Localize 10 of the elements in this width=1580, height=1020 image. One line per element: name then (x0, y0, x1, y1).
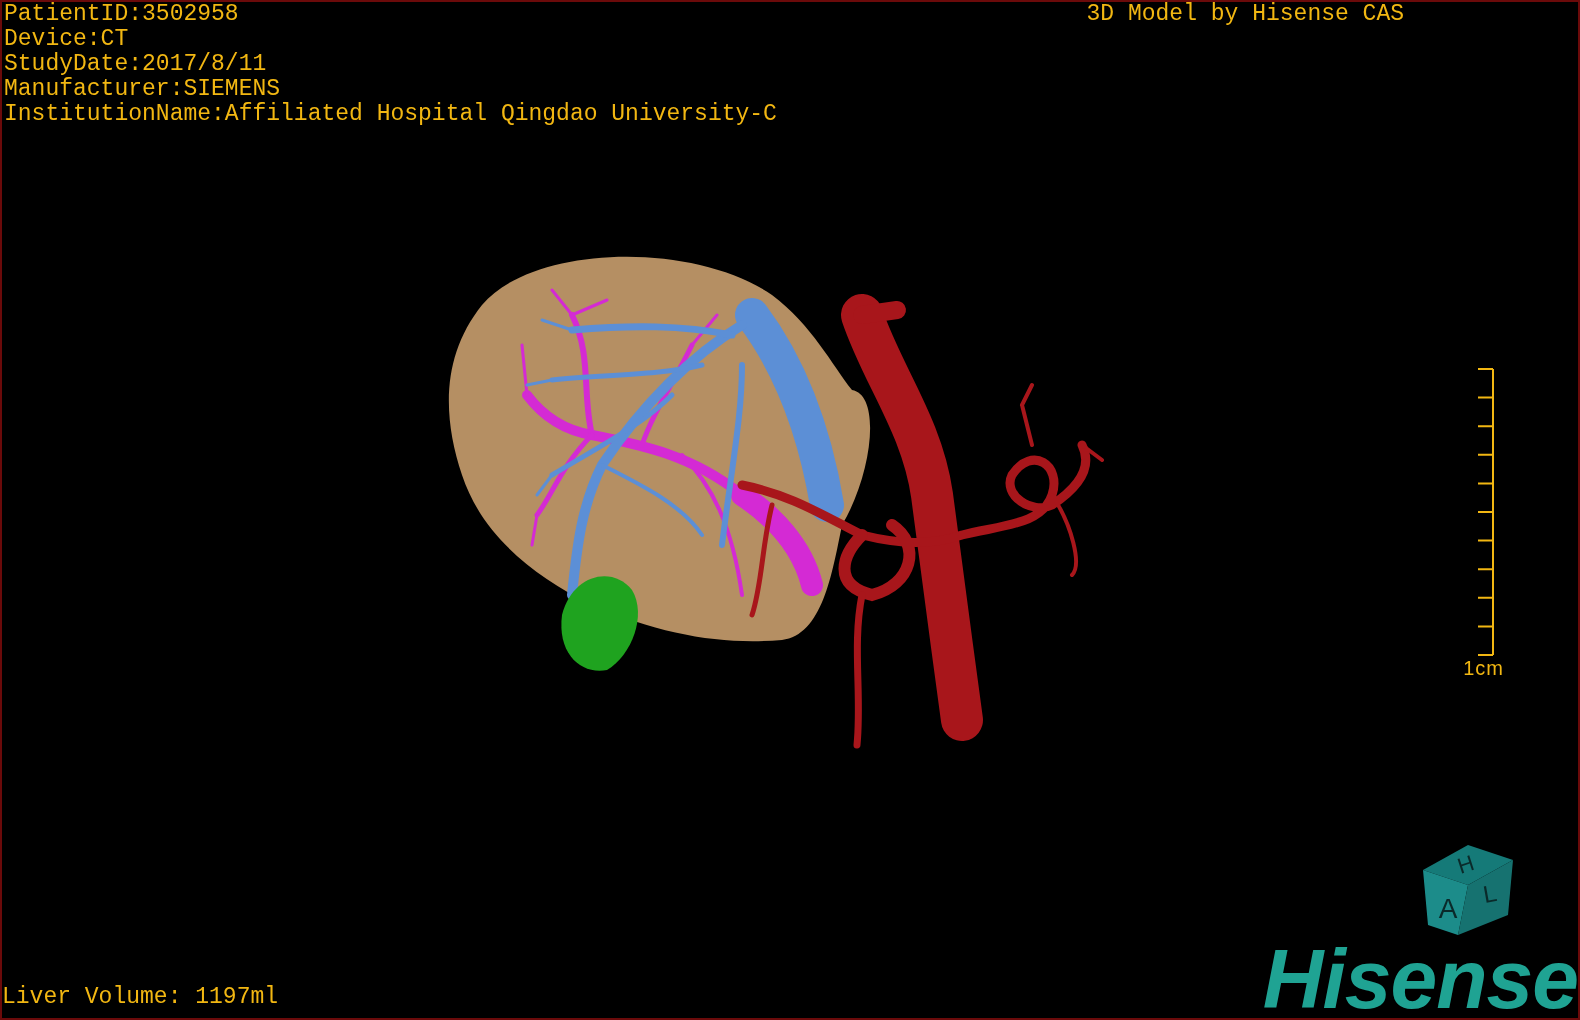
scale-label: 1cm (1463, 657, 1504, 679)
liver-volume-text: Liver Volume: 1197ml (2, 985, 279, 1010)
brand-logo: Hisense (1262, 940, 1578, 1018)
patient-info-line: StudyDate:2017/8/11 (4, 52, 268, 77)
patient-info-line: PatientID:3502958 (4, 2, 240, 27)
viewer-title: 3D Model by Hisense CAS (1086, 2, 1404, 29)
patient-info-line: InstitutionName:Affiliated Hospital Qingdao University-C (4, 102, 777, 127)
patient-info-line: Device:CT (4, 27, 130, 52)
orientation-cube[interactable]: H A L (1418, 840, 1518, 940)
patient-info-line: Manufacturer:SIEMENS (4, 77, 282, 102)
